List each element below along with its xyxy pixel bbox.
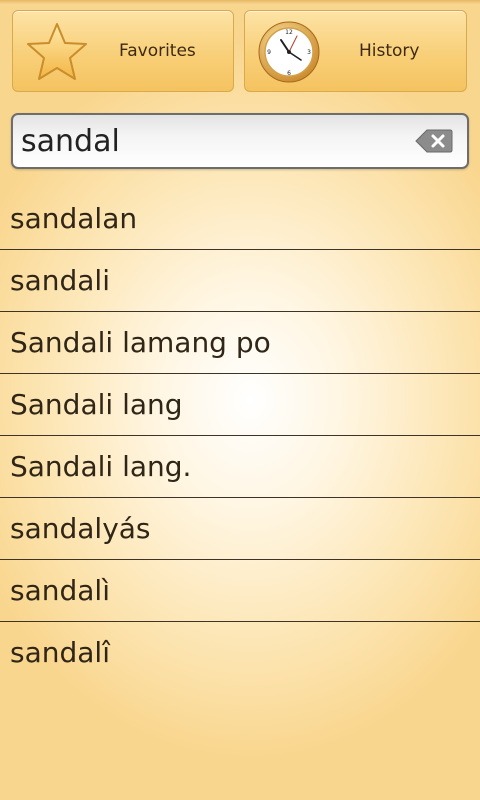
list-item[interactable]: sandalì xyxy=(0,560,480,622)
svg-text:3: 3 xyxy=(307,49,311,56)
favorites-label: Favorites xyxy=(119,41,196,61)
backspace-clear-icon[interactable] xyxy=(415,128,453,154)
clock-icon: 12 3 6 9 xyxy=(258,21,320,83)
list-item[interactable]: sandalyás xyxy=(0,498,480,560)
favorites-button[interactable]: Favorites xyxy=(12,10,234,92)
star-icon xyxy=(27,23,87,80)
suggestion-list: sandalan sandali Sandali lamang po Sanda… xyxy=(0,188,480,683)
history-label: History xyxy=(359,41,420,61)
top-status-strip xyxy=(0,0,480,4)
list-item[interactable]: sandalî xyxy=(0,622,480,683)
svg-text:9: 9 xyxy=(267,49,271,56)
search-input[interactable] xyxy=(21,121,401,161)
list-item[interactable]: Sandali lamang po xyxy=(0,312,480,374)
svg-text:6: 6 xyxy=(287,70,291,77)
svg-text:12: 12 xyxy=(285,29,293,36)
list-item[interactable]: sandalan xyxy=(0,188,480,250)
list-item[interactable]: sandali xyxy=(0,250,480,312)
history-button[interactable]: 12 3 6 9 History xyxy=(244,10,467,92)
list-item[interactable]: Sandali lang. xyxy=(0,436,480,498)
list-item[interactable]: Sandali lang xyxy=(0,374,480,436)
search-box xyxy=(11,113,469,169)
